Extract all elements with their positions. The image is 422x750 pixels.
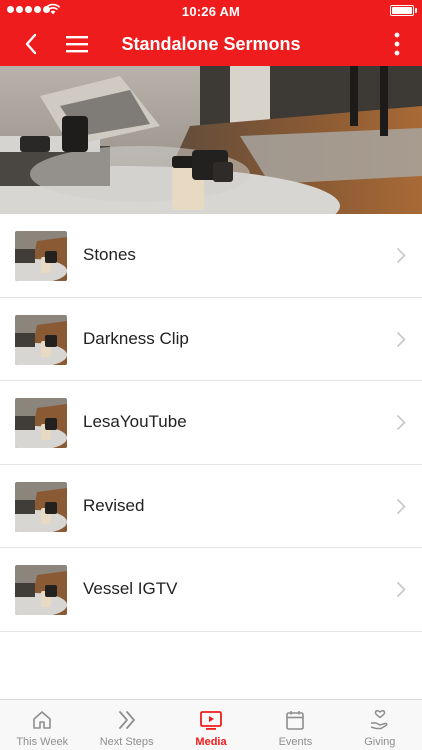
list-item[interactable]: LesaYouTube [0,381,422,465]
chevron-right-icon [396,581,406,598]
list-item-label: Vessel IGTV [83,579,178,598]
tab-events[interactable]: Events [253,700,337,750]
list-item-label: Revised [83,495,145,515]
status-time: 10:26 AM [181,4,241,19]
double-chevron-icon [118,711,135,729]
tab-label: This Week [16,736,69,748]
tab-next-steps[interactable]: Next Steps [84,700,168,750]
tab-label: Events [278,736,313,748]
list-item-label: Darkness Clip [83,328,189,348]
chevron-right-icon [396,498,406,514]
heart-hand-icon [370,710,388,730]
more-options-icon[interactable] [392,30,402,58]
list-item-label: Stones [83,245,136,264]
thumbnail-image [15,231,67,281]
thumbnail-image [15,565,67,615]
tab-this-week[interactable]: This Week [0,700,84,750]
tab-label: Giving [364,736,396,748]
list-item[interactable]: Vessel IGTV [0,548,422,632]
chevron-right-icon [396,414,406,431]
list-item[interactable]: Stones [0,214,422,298]
hero-image [0,66,422,214]
battery-icon [390,5,417,16]
tab-bar: This Week Next Steps Media Events Giving [0,699,422,750]
thumbnail-image [15,398,67,448]
tab-label: Next Steps [99,736,154,748]
calendar-icon [286,711,305,730]
home-icon [33,711,52,729]
chevron-right-icon [396,331,406,347]
play-screen-icon [200,711,222,730]
tab-label: Media [195,736,227,748]
nav-bar: Standalone Sermons [0,22,422,66]
chevron-right-icon [396,247,406,264]
page-title: Standalone Sermons [121,34,301,54]
list-item-label: LesaYouTube [83,412,187,431]
thumbnail-image [15,481,67,532]
list-item[interactable]: Darkness Clip [0,298,422,381]
status-bar: 10:26 AM [0,0,422,22]
top-bar: 10:26 AM Standalone Sermons [0,0,422,66]
list-item[interactable]: Revised [0,465,422,548]
thumbnail-image [15,314,67,365]
tab-media[interactable]: Media [169,700,253,750]
tab-giving[interactable]: Giving [338,700,422,750]
sermon-list: Stones Darkness Clip LesaYouTube Revised… [0,214,422,632]
